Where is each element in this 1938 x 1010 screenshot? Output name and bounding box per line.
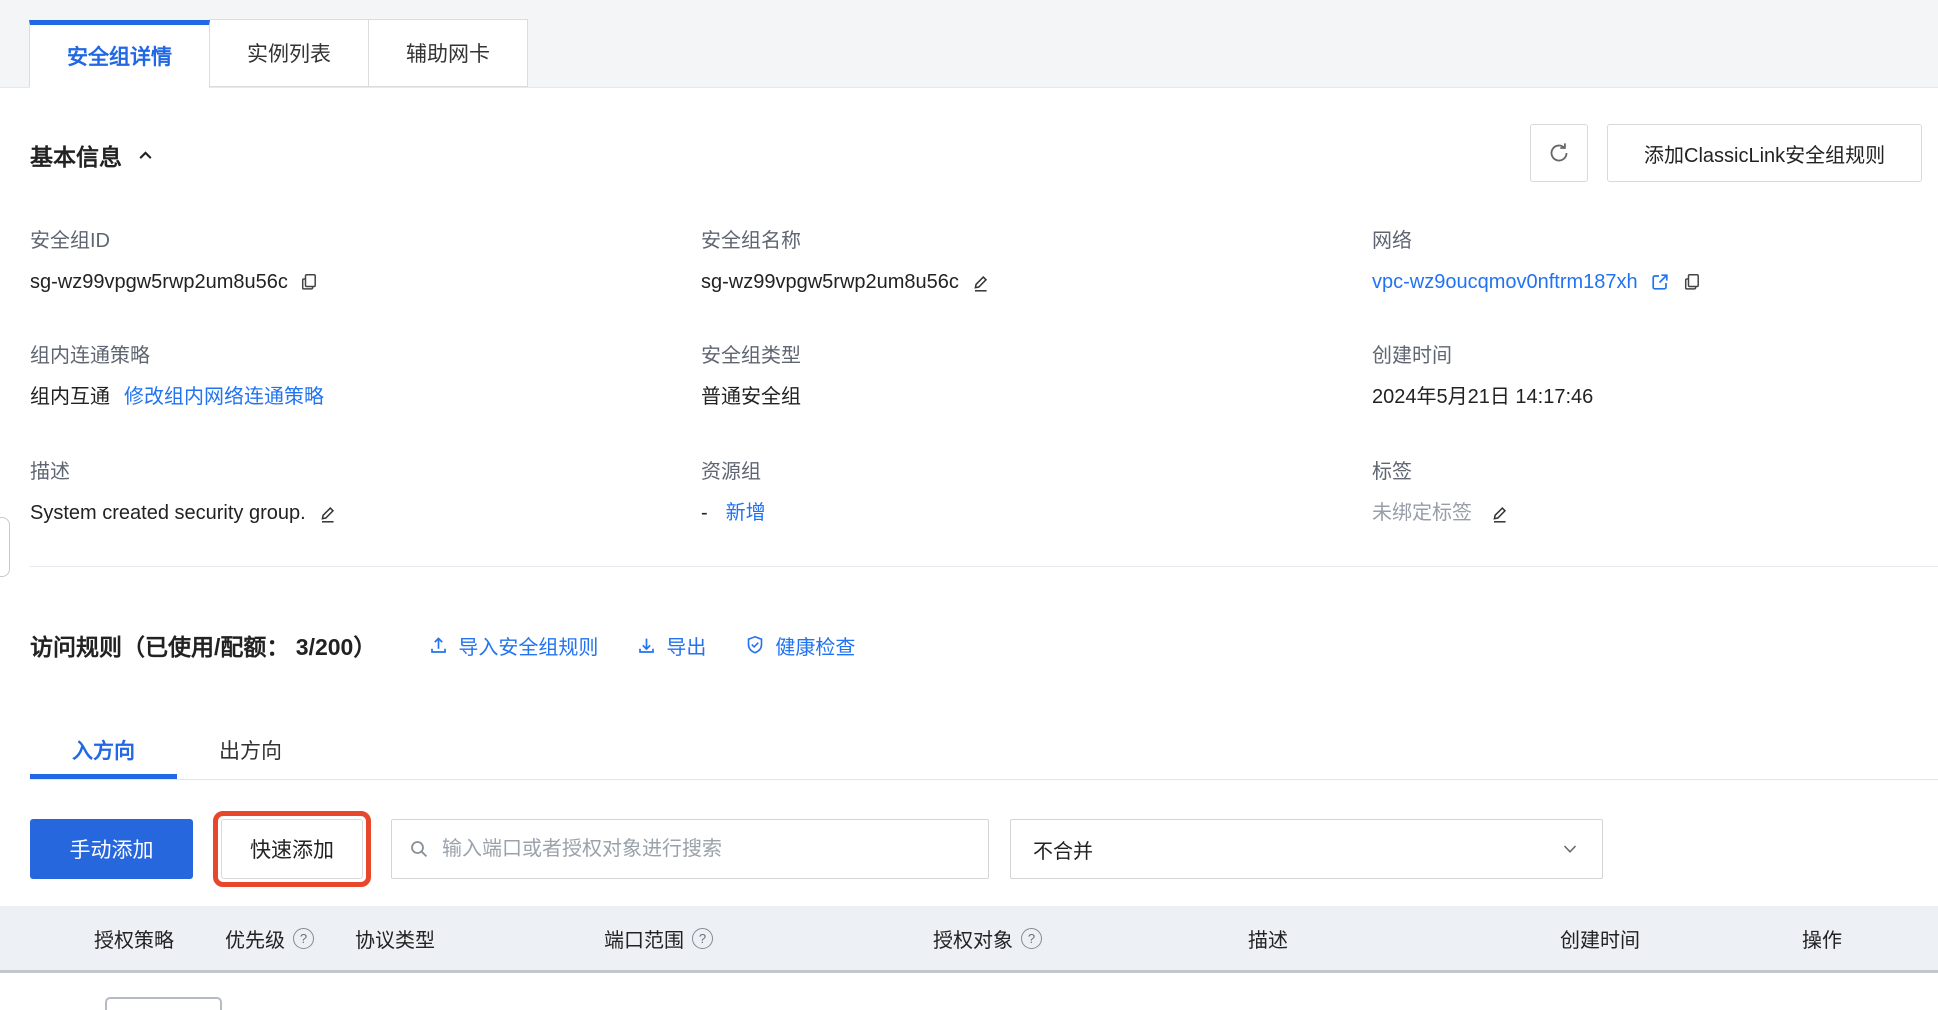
export-label: 导出 [666,631,706,660]
tab-outbound[interactable]: 出方向 [177,720,324,779]
refresh-button[interactable] [1530,124,1588,182]
help-icon[interactable]: ? [692,928,713,949]
col-protocol: 协议类型 [355,906,435,970]
field-label: 标签 [1372,460,1510,484]
quick-add-button[interactable]: 快速添加 [221,819,363,879]
search-input[interactable] [440,837,972,862]
sg-type-value: 普通安全组 [701,384,801,410]
access-rules-header: 访问规则（已使用/配额： 3/200） 导入安全组规则 导出 [30,628,855,662]
collapsed-panel-handle[interactable] [0,517,10,577]
col-description: 描述 [1248,906,1288,970]
health-check-link[interactable]: 健康检查 [744,631,855,660]
basic-info-header: 基本信息 [30,138,155,172]
edit-pencil-icon[interactable] [317,503,338,524]
quick-add-highlight: 快速添加 [213,811,371,887]
tab-inbound[interactable]: 入方向 [30,720,177,779]
help-icon[interactable]: ? [1021,928,1042,949]
tab-label: 出方向 [219,735,282,765]
tab-label: 辅助网卡 [406,38,490,68]
security-group-detail-page: 安全组详情 实例列表 辅助网卡 基本信息 添加ClassicLink安全组规则 … [0,0,1938,1010]
external-link-icon[interactable] [1649,271,1671,293]
row-policy-select-partial[interactable] [105,997,222,1010]
health-check-label: 健康检查 [775,631,855,660]
col-source: 授权对象 ? [933,906,1042,970]
field-tags: 标签 未绑定标签 [1372,460,1510,526]
col-actions: 操作 [1802,906,1842,970]
upload-icon [428,635,449,656]
merge-select-value: 不合并 [1033,835,1093,864]
field-sg-id: 安全组ID sg-wz99vpgw5rwp2um8u56c [30,229,319,295]
manual-add-label: 手动添加 [70,834,154,864]
field-label: 安全组ID [30,229,319,253]
field-label: 组内连通策略 [30,344,324,368]
access-rules-actions: 导入安全组规则 导出 健康检查 [428,631,855,660]
download-icon [636,635,657,656]
quick-add-label: 快速添加 [250,834,334,864]
tab-label: 实例列表 [247,38,331,68]
description-value: System created security group. [30,500,306,526]
copy-icon[interactable] [1682,272,1702,292]
field-label: 安全组名称 [701,229,991,253]
rules-search-box [391,819,989,879]
tags-value: 未绑定标签 [1372,500,1472,526]
field-label: 网络 [1372,229,1702,253]
refresh-icon [1546,140,1572,166]
chevron-down-icon [1560,839,1580,859]
top-tab-bar: 安全组详情 实例列表 辅助网卡 [0,0,1938,88]
field-label: 资源组 [701,460,766,484]
direction-tab-bar: 入方向 出方向 [30,720,1938,780]
field-label: 描述 [30,460,338,484]
field-network: 网络 vpc-wz9oucqmov0nftrm187xh [1372,229,1702,295]
field-label: 创建时间 [1372,344,1593,368]
created-time-value: 2024年5月21日 14:17:46 [1372,384,1593,410]
search-icon [408,838,430,860]
tab-label: 入方向 [72,735,135,765]
tab-label: 安全组详情 [67,41,172,71]
shield-check-icon [744,634,766,656]
field-sg-name: 安全组名称 sg-wz99vpgw5rwp2um8u56c [701,229,991,295]
col-policy: 授权策略 [94,906,174,970]
import-rules-link[interactable]: 导入安全组规则 [428,631,598,660]
edit-pencil-icon[interactable] [970,272,991,293]
add-classiclink-rule-label: 添加ClassicLink安全组规则 [1644,139,1885,168]
access-rules-title: 访问规则（已使用/配额： 3/200） [30,628,376,662]
vpc-link[interactable]: vpc-wz9oucqmov0nftrm187xh [1372,269,1638,295]
field-sg-type: 安全组类型 普通安全组 [701,344,801,410]
col-priority: 优先级 ? [225,906,314,970]
section-divider [30,566,1938,567]
help-icon[interactable]: ? [293,928,314,949]
modify-intra-policy-link[interactable]: 修改组内网络连通策略 [124,384,324,410]
edit-pencil-icon[interactable] [1489,503,1510,524]
field-resource-group: 资源组 - 新增 [701,460,766,526]
collapse-chevron-up-icon[interactable] [136,146,155,165]
col-port-range: 端口范围 ? [604,906,713,970]
intra-policy-value: 组内互通 [30,384,110,410]
import-rules-label: 导入安全组规则 [458,631,598,660]
merge-select[interactable]: 不合并 [1010,819,1603,879]
field-created-time: 创建时间 2024年5月21日 14:17:46 [1372,344,1593,410]
field-intra-policy: 组内连通策略 组内互通 修改组内网络连通策略 [30,344,324,410]
manual-add-button[interactable]: 手动添加 [30,819,193,879]
rules-toolbar: 手动添加 快速添加 不合并 [30,819,1603,879]
col-created-time: 创建时间 [1560,906,1640,970]
basic-info-title: 基本信息 [30,138,122,172]
field-label: 安全组类型 [701,344,801,368]
sg-id-value: sg-wz99vpgw5rwp2um8u56c [30,269,288,295]
copy-icon[interactable] [299,272,319,292]
resource-group-value: - [701,500,708,526]
rules-table-header: 授权策略 优先级 ? 协议类型 端口范围 ? 授权对象 ? 描述 创建时间 操作 [0,906,1938,973]
sg-name-value: sg-wz99vpgw5rwp2um8u56c [701,269,959,295]
add-resource-group-link[interactable]: 新增 [726,500,766,526]
tab-instance-list[interactable]: 实例列表 [209,19,369,87]
export-link[interactable]: 导出 [636,631,706,660]
tab-security-group-detail[interactable]: 安全组详情 [29,20,210,88]
tab-secondary-eni[interactable]: 辅助网卡 [368,19,528,87]
field-description: 描述 System created security group. [30,460,338,526]
add-classiclink-rule-button[interactable]: 添加ClassicLink安全组规则 [1607,124,1922,182]
